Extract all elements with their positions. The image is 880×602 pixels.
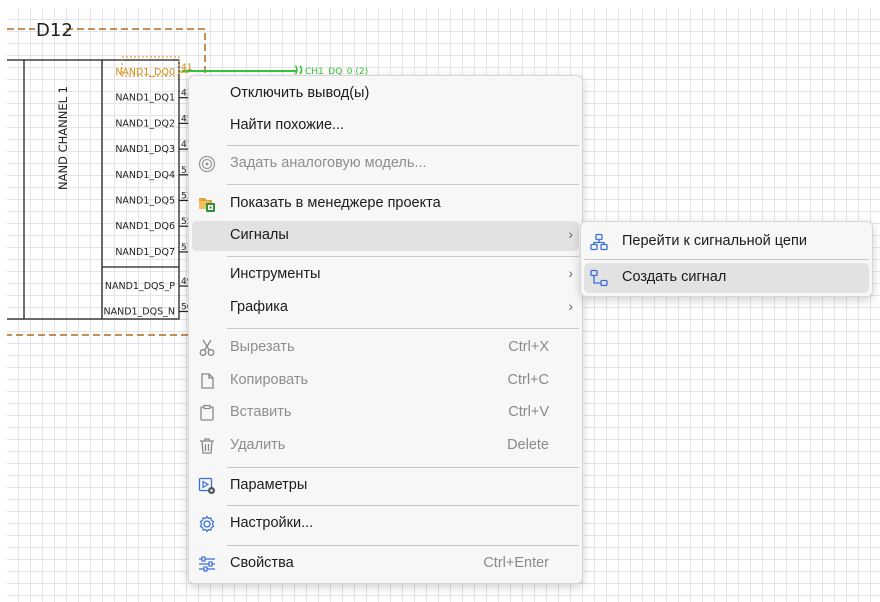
chevron-right-icon: › — [568, 298, 573, 314]
menu-separator — [227, 328, 579, 329]
pin-name-label[interactable]: NAND1_DQ0 — [115, 67, 175, 78]
menu-item[interactable]: Показать в менеджере проекта — [192, 189, 579, 219]
menu-item-label: Параметры — [230, 477, 308, 493]
shortcut-label: Ctrl+C — [507, 372, 550, 388]
menu-item-label: Найти похожие... — [230, 117, 345, 133]
menu-item[interactable]: Инструменты › — [192, 260, 579, 290]
menu-item[interactable]: Отключить вывод(ы) — [192, 79, 579, 109]
chevron-right-icon: › — [568, 226, 573, 242]
pin-name-label[interactable]: NAND1_DQS_P — [105, 281, 175, 292]
pin-name-label[interactable]: NAND1_DQS_N — [103, 307, 175, 318]
menu-item[interactable]: Вырезать Ctrl+X — [192, 333, 579, 363]
menu-item-label: Показать в менеджере проекта — [230, 195, 441, 211]
shortcut-label: Ctrl+Enter — [483, 555, 549, 571]
menu-separator — [227, 256, 579, 257]
menu-item[interactable]: Удалить Delete — [192, 431, 579, 461]
menu-item[interactable]: Параметры — [192, 471, 579, 501]
menu-item-label: Копировать — [230, 372, 309, 388]
shortcut-label: Delete — [507, 437, 549, 453]
create-signal-icon — [589, 268, 609, 288]
paste-icon — [197, 403, 217, 423]
pin-name-label[interactable]: NAND1_DQ3 — [115, 144, 175, 155]
pin-name-label[interactable]: NAND1_DQ4 — [115, 170, 175, 181]
menu-item-label: Свойства — [230, 555, 294, 571]
menu-item-label: Задать аналоговую модель... — [230, 155, 427, 171]
submenu-item-label: Перейти к сигнальной цепи — [622, 233, 807, 249]
menu-item-label: Вырезать — [230, 339, 295, 355]
scissors-icon — [197, 338, 217, 358]
menu-separator — [227, 467, 579, 468]
menu-item-label: Удалить — [230, 437, 286, 453]
menu-item-label: Инструменты — [230, 266, 321, 282]
submenu-item[interactable]: Создать сигнал — [584, 263, 869, 293]
channel-label: NAND CHANNEL 1 — [56, 86, 70, 190]
submenu-item[interactable]: Перейти к сигнальной цепи — [584, 227, 869, 257]
pin-name-label[interactable]: NAND1_DQ6 — [115, 221, 175, 232]
menu-item-label: Настройки... — [230, 515, 314, 531]
menu-separator — [227, 145, 579, 146]
pin-name-label[interactable]: NAND1_DQ1 — [115, 93, 175, 104]
pin-name-label[interactable]: NAND1_DQ7 — [115, 247, 175, 258]
menu-separator — [227, 545, 579, 546]
menu-item-label: Сигналы — [230, 227, 289, 243]
menu-item[interactable]: Задать аналоговую модель... — [192, 149, 579, 179]
menu-separator — [227, 184, 579, 185]
menu-item-label: Вставить — [230, 404, 292, 420]
component-ref: D12 — [36, 20, 73, 41]
analog-model-icon — [197, 154, 217, 174]
menu-separator — [227, 505, 579, 506]
copy-icon — [197, 371, 217, 391]
project-manager-icon — [197, 194, 217, 214]
menu-item[interactable]: Свойства Ctrl+Enter — [192, 549, 579, 579]
signal-chain-icon — [589, 232, 609, 252]
context-menu: Отключить вывод(ы) Найти похожие... Задать… — [188, 75, 583, 584]
menu-item-label: Отключить вывод(ы) — [230, 85, 370, 101]
pin-name-label[interactable]: NAND1_DQ2 — [115, 118, 175, 129]
menu-item[interactable]: Графика › — [192, 293, 579, 323]
menu-separator — [584, 259, 869, 260]
menu-item[interactable]: Копировать Ctrl+C — [192, 366, 579, 396]
signals-submenu: Перейти к сигнальной цепи Создать сигнал — [580, 221, 873, 297]
gear-icon — [197, 514, 217, 534]
trash-icon — [197, 436, 217, 456]
shortcut-label: Ctrl+X — [508, 339, 549, 355]
menu-item[interactable]: Настройки... — [192, 509, 579, 539]
parameters-icon — [197, 476, 217, 496]
menu-item-label: Графика — [230, 299, 288, 315]
shortcut-label: Ctrl+V — [508, 404, 549, 420]
pin-name-label[interactable]: NAND1_DQ5 — [115, 196, 175, 207]
menu-item[interactable]: Вставить Ctrl+V — [192, 398, 579, 428]
chevron-right-icon: › — [568, 265, 573, 281]
submenu-item-label: Создать сигнал — [622, 269, 727, 285]
menu-item[interactable]: Найти похожие... — [192, 111, 579, 141]
properties-sliders-icon — [197, 554, 217, 574]
menu-item[interactable]: Сигналы › — [192, 221, 579, 251]
